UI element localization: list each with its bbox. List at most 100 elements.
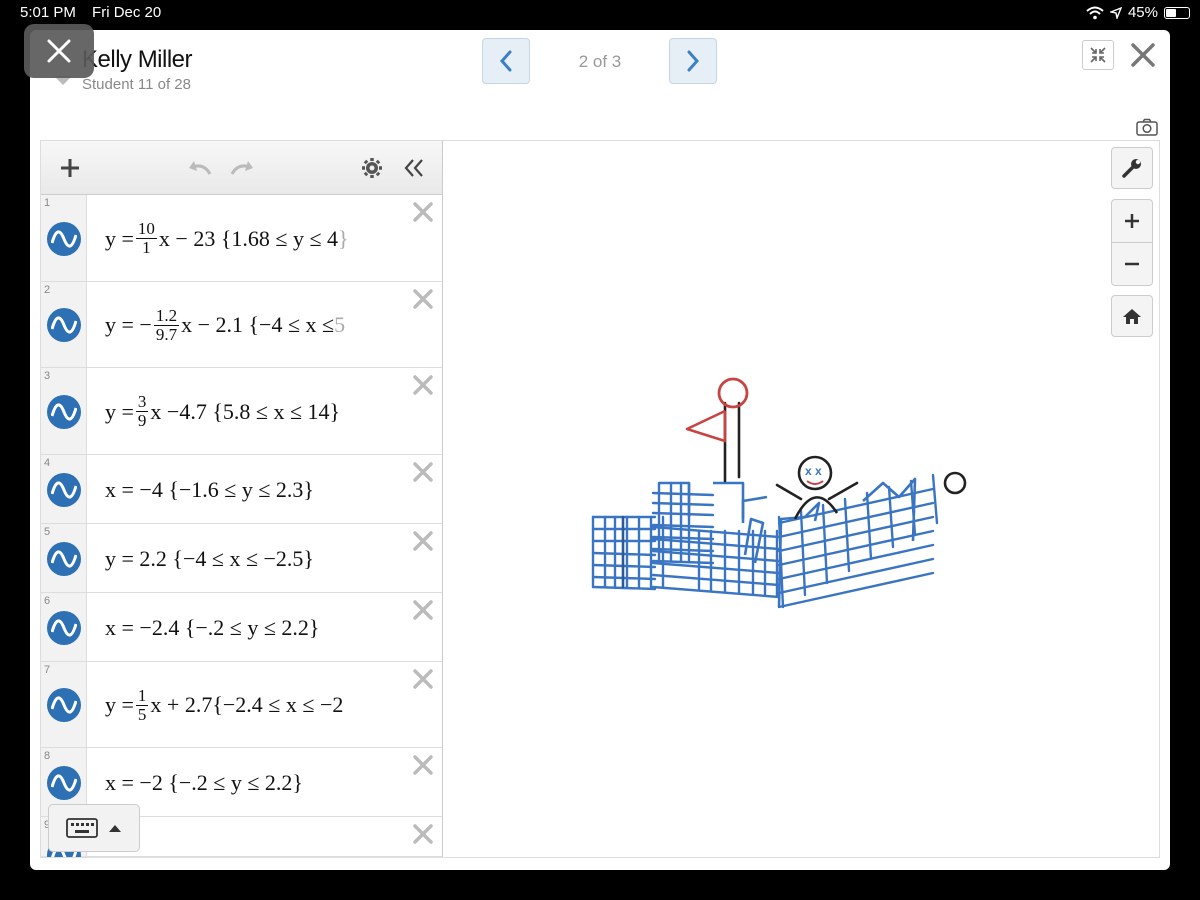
expression-text-b: x − 2.1 {−4 ≤ x ≤ — [181, 312, 335, 337]
expression-row[interactable]: 3 y = 3 9 x −4.7 {5.8 ≤ x ≤ 14} — [41, 368, 442, 455]
figure-eyes: x x — [805, 464, 822, 478]
delete-icon[interactable] — [412, 754, 434, 776]
expression-text-a: y = — [105, 225, 134, 251]
denominator: 5 — [137, 704, 147, 724]
delete-icon[interactable] — [412, 668, 434, 690]
expression-row[interactable]: 1y = 10 1 x − 23 {1.68 ≤ y ≤ 4} — [41, 195, 442, 282]
page-indicator: 2 of 3 — [578, 52, 622, 71]
camera-icon[interactable] — [1136, 118, 1158, 136]
middle-block-line — [651, 561, 781, 575]
close-overlay-button[interactable] — [24, 24, 94, 78]
graph-color-icon[interactable] — [47, 308, 81, 342]
graphing-calculator: 1y = 10 1 x − 23 {1.68 ≤ y ≤ 4} 2 y = −1.2 9.7… — [40, 140, 1160, 858]
add-expression-button[interactable] — [55, 153, 85, 183]
expression-number: 3 — [44, 370, 51, 382]
default-viewport-button[interactable] — [1111, 295, 1153, 337]
graph-color-icon[interactable] — [47, 221, 81, 256]
expression-number: 2 — [44, 284, 51, 296]
graph-color-icon[interactable] — [47, 688, 81, 722]
hide-panel-button[interactable] — [399, 153, 429, 183]
collapse-icon — [1090, 47, 1106, 63]
plus-icon — [61, 159, 79, 177]
middle-block-line — [651, 585, 781, 599]
student-name[interactable]: Kelly Miller — [82, 46, 193, 74]
expression-text-a: x = −4 {−1.6 ≤ y ≤ 2.3} — [105, 476, 314, 502]
right-wall-line — [821, 503, 829, 585]
graph-color-icon[interactable] — [47, 541, 81, 576]
graph-paper[interactable]: x x — [443, 141, 1159, 857]
double-chevron-left-icon — [404, 159, 423, 177]
delete-icon[interactable] — [412, 823, 434, 845]
graph-color-icon[interactable] — [47, 765, 81, 800]
graph-settings-button[interactable] — [1111, 147, 1153, 189]
expression-gutter: 6 — [41, 593, 87, 661]
settings-button[interactable] — [357, 153, 387, 183]
zoom-out-button[interactable] — [1111, 242, 1153, 286]
graph-color-icon[interactable] — [47, 394, 81, 429]
right-wall-line — [887, 485, 895, 549]
middle-block-outline — [741, 495, 768, 519]
fraction: 39 — [135, 393, 149, 430]
expression-math[interactable]: x = −2 {−.2 ≤ y ≤ 2.2} — [105, 748, 402, 817]
undo-button[interactable] — [185, 153, 215, 183]
expression-text-b: x − 23 {1.68 ≤ y ≤ 4 — [158, 225, 339, 251]
status-date: Fri Dec 20 — [92, 4, 162, 21]
left-tower-outline — [659, 481, 691, 517]
wrench-icon — [1122, 159, 1141, 178]
delete-icon[interactable] — [412, 201, 434, 223]
expression-gutter: 2 — [41, 282, 87, 367]
expression-text-a: y = − — [105, 312, 152, 337]
expression-math[interactable]: x = −2.4 {−.2 ≤ y ≤ 2.2} — [105, 593, 402, 662]
delete-icon[interactable] — [412, 599, 434, 621]
expression-row[interactable]: 2 y = −1.2 9.7 x − 2.1 {−4 ≤ x ≤5 — [41, 282, 442, 368]
expression-text-a: y = 2.2 {−4 ≤ x ≤ −2.5} — [105, 545, 314, 571]
battery-percent: 45% — [1127, 4, 1158, 21]
expression-math[interactable]: y = 3 9 x −4.7 {5.8 ≤ x ≤ 14} — [105, 368, 402, 455]
expression-gutter: 1 — [41, 195, 87, 281]
expression-math[interactable]: y = 2.2 {−4 ≤ x ≤ −2.5} — [105, 524, 402, 593]
delete-icon[interactable] — [412, 530, 434, 552]
numerator: 1.2 — [153, 305, 180, 326]
delete-icon[interactable] — [412, 374, 434, 396]
flag-ball — [717, 377, 749, 409]
expression-text-a: y = — [105, 398, 134, 424]
expression-math[interactable]: y = −1.2 9.7 x − 2.1 {−4 ≤ x ≤5 — [105, 282, 402, 368]
expression-gutter: 3 — [41, 368, 87, 454]
expression-gutter: 7 — [41, 662, 87, 747]
expression-math[interactable]: y = 1 5 x + 2.7{−2.4 ≤ x ≤ −2 — [105, 662, 402, 748]
denominator: 9.7 — [155, 324, 178, 344]
collapse-button[interactable] — [1082, 40, 1114, 70]
redo-button[interactable] — [227, 153, 257, 183]
zoom-in-button[interactable] — [1111, 199, 1153, 243]
left-tower-line — [651, 501, 715, 507]
next-button[interactable] — [669, 38, 717, 84]
close-icon — [47, 39, 71, 63]
expression-math[interactable]: y = 10 1 x − 23 {1.68 ≤ y ≤ 4} — [105, 195, 402, 282]
delete-icon[interactable] — [412, 288, 434, 310]
expression-row[interactable]: 6 x = −2.4 {−.2 ≤ y ≤ 2.2} — [41, 593, 442, 662]
undo-icon — [189, 161, 212, 175]
expression-row[interactable]: 5 y = 2.2 {−4 ≤ x ≤ −2.5} — [41, 524, 442, 593]
flag — [685, 409, 727, 443]
expression-row[interactable]: 7 y = 1 5 x + 2.7{−2.4 ≤ x ≤ −2 — [41, 662, 442, 748]
redo-icon — [230, 161, 253, 175]
expression-math[interactable] — [105, 817, 402, 857]
prev-button[interactable] — [482, 38, 530, 84]
close-icon[interactable] — [1128, 40, 1158, 70]
plus-icon — [1125, 214, 1139, 228]
left-tower-line — [651, 491, 715, 497]
location-icon — [1109, 6, 1122, 19]
graph-color-icon[interactable] — [47, 610, 81, 645]
student-view-sheet: Kelly Miller Student 11 of 28 2 of 3 1 y… — [30, 30, 1170, 870]
denominator: 9 — [137, 411, 147, 430]
keyboard-toggle-button[interactable] — [48, 804, 140, 852]
expression-text-tail: 5 — [334, 312, 346, 337]
graph-color-icon[interactable] — [47, 472, 81, 507]
home-icon — [1123, 309, 1141, 324]
chevron-right-icon — [687, 50, 700, 72]
expression-text-b: x + 2.7{−2.4 ≤ x ≤ −2 — [150, 692, 344, 717]
fraction: 10 1 — [135, 220, 157, 257]
expression-math[interactable]: x = −4 {−1.6 ≤ y ≤ 2.3} — [105, 455, 402, 524]
expression-row[interactable]: 4 x = −4 {−1.6 ≤ y ≤ 2.3} — [41, 455, 442, 524]
delete-icon[interactable] — [412, 461, 434, 483]
